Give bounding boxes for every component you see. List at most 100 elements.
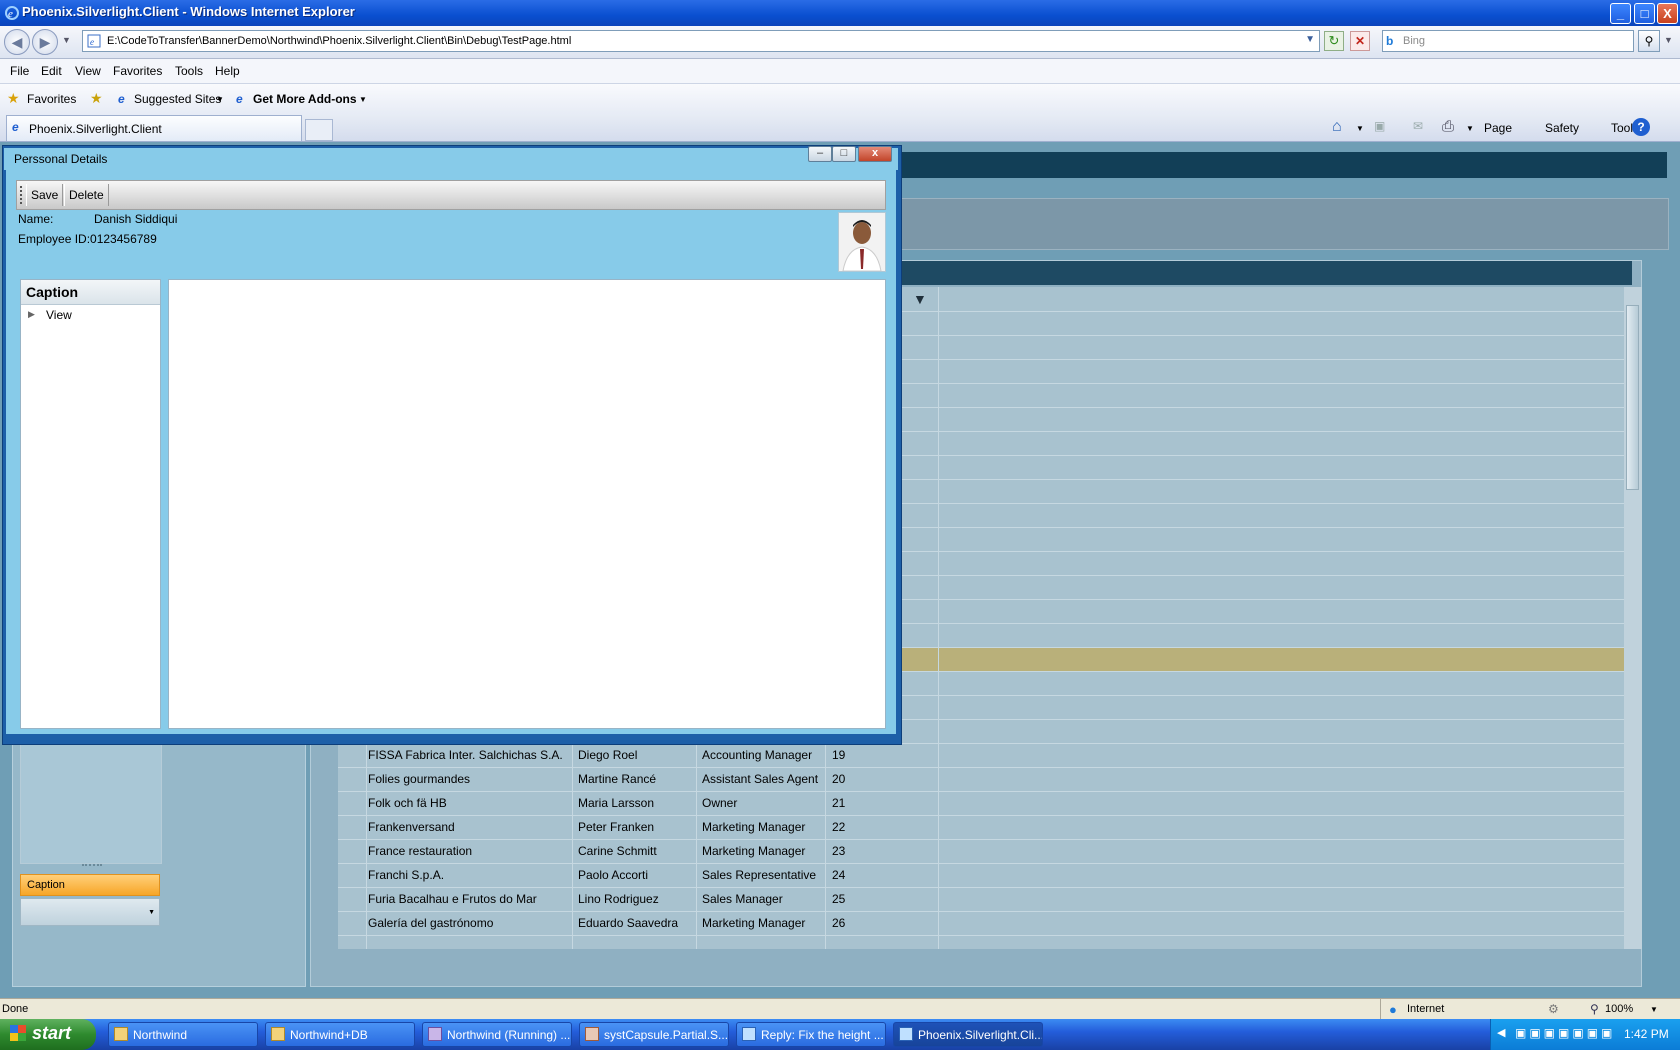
table-row[interactable]: Frankenversand Peter Franken Marketing M… [338,815,1624,839]
suggested-sites-link[interactable]: Suggested Sites [134,92,221,106]
menu-bar: File Edit View Favorites Tools Help [0,59,1680,83]
employee-id: Employee ID:0123456789 [18,232,157,246]
minimize-button[interactable]: _ [1610,3,1631,24]
cell-id: 20 [832,772,846,786]
cell-id: 23 [832,844,846,858]
home-dropdown-icon[interactable]: ▼ [1356,124,1364,133]
suggested-dropdown-icon[interactable]: ▼ [216,95,224,104]
dialog-title-bar[interactable] [4,148,898,170]
save-button[interactable]: Save [26,184,64,206]
grid-scrollbar-thumb[interactable] [1626,305,1639,490]
caption-tree-title: Caption [26,284,79,300]
table-row[interactable]: Folies gourmandes Martine Rancé Assistan… [338,767,1624,791]
cell-title: Accounting Manager [702,748,813,762]
address-dropdown-icon[interactable]: ▼ [1305,34,1315,45]
tab-row: e Phoenix.Silverlight.Client ⌂ ▼ ▣ ✉ ⎙ ▼… [0,115,1680,142]
favorites-bar: ★ Favorites ★ e Suggested Sites ▼ e Get … [0,83,1680,116]
home-icon[interactable]: ⌂ [1332,118,1342,136]
zoom-icon[interactable]: ⚲ [1590,1002,1599,1016]
taskbar-item[interactable]: Northwind+DB [265,1022,415,1047]
caption-tree [20,279,161,729]
addons-dropdown-icon[interactable]: ▼ [359,95,367,104]
stop-icon[interactable]: ✕ [1350,31,1370,51]
splitter-grip-icon[interactable] [82,864,102,872]
tray-arrow-icon[interactable]: ◀ [1497,1026,1505,1039]
cell-id: 25 [832,892,846,906]
dialog-minimize-button[interactable]: – [808,146,832,162]
cell-id: 22 [832,820,846,834]
search-input[interactable]: b Bing [1382,30,1634,52]
name-label: Name: [18,212,54,226]
protected-mode-icon[interactable]: ⚙ [1548,1002,1559,1016]
feeds-icon[interactable]: ▣ [1374,119,1385,133]
toolbar-grip-icon[interactable] [20,186,25,204]
favorites-star-icon: ★ [7,90,20,106]
taskbar-item-label: systCapsule.Partial.S... [604,1028,729,1042]
help-icon[interactable]: ? [1632,118,1650,136]
table-row[interactable]: Folk och fä HB Maria Larsson Owner 21 [338,791,1624,815]
dialog-maximize-button[interactable]: □ [832,146,856,162]
history-dropdown-icon[interactable]: ▼ [62,35,71,45]
search-go-icon[interactable]: ⚲ [1638,30,1660,52]
menu-view[interactable]: View [75,64,101,78]
get-addons-link[interactable]: Get More Add-ons [253,92,357,106]
taskbar-item-label: Northwind+DB [290,1028,368,1042]
menu-tools[interactable]: Tools [175,64,203,78]
taskbar-item[interactable]: Reply: Fix the height ... [736,1022,886,1047]
add-favorite-icon[interactable]: ★ [90,90,103,107]
table-row[interactable]: FISSA Fabrica Inter. Salchichas S.A. Die… [338,743,1624,767]
cell-company: France restauration [368,844,473,858]
print-icon[interactable]: ⎙ [1442,118,1454,135]
print-dropdown-icon[interactable]: ▼ [1466,124,1474,133]
zoom-level[interactable]: 100% [1605,1003,1633,1015]
search-options-icon[interactable]: ▼ [1664,35,1673,45]
menu-favorites[interactable]: Favorites [113,64,162,78]
menu-help[interactable]: Help [215,64,240,78]
zoom-dropdown-icon[interactable]: ▼ [1650,1005,1658,1014]
cell-company: Folies gourmandes [368,772,471,786]
status-bar: Done ● Internet ⚙ ⚲ 100% ▼ [0,998,1680,1020]
taskbar-item[interactable]: Phoenix.Silverlight.Cli... [893,1022,1043,1047]
tree-item-view[interactable]: View [46,308,72,322]
table-row[interactable]: Furia Bacalhau e Frutos do Mar Lino Rodr… [338,887,1624,911]
expand-arrow-icon[interactable]: ▶ [28,309,35,320]
cell-title: Sales Representative [702,868,817,882]
tray-icons[interactable]: ▣▣▣▣▣▣▣ [1515,1026,1615,1040]
cell-contact: Martine Rancé [578,772,657,786]
delete-button[interactable]: Delete [64,184,109,206]
safety-menu[interactable]: Safety [1545,121,1579,135]
navigation-dropdown-icon: ▼ [148,909,155,916]
svg-text:e: e [8,8,13,20]
navigation-caption-label: Caption [27,879,65,891]
table-row[interactable]: France restauration Carine Schmitt Marke… [338,839,1624,863]
page-icon: e [87,34,101,48]
new-tab-button[interactable] [305,119,333,141]
table-row[interactable]: Franchi S.p.A. Paolo Accorti Sales Repre… [338,863,1624,887]
menu-edit[interactable]: Edit [41,64,62,78]
navigation-dropdown[interactable]: ▼ [20,898,160,926]
cell-contact: Peter Franken [578,820,655,834]
maximize-button[interactable]: □ [1634,3,1655,24]
address-bar[interactable]: e E:\CodeToTransfer\BannerDemo\Northwind… [82,30,1320,52]
bing-icon: b [1386,34,1394,48]
read-mail-icon[interactable]: ✉ [1413,119,1423,133]
ie-icon [899,1027,913,1041]
refresh-icon[interactable]: ↻ [1324,31,1344,51]
taskbar-item[interactable]: systCapsule.Partial.S... [579,1022,729,1047]
dialog-close-button[interactable]: x [858,146,892,162]
cell-title: Marketing Manager [702,916,806,930]
filter-icon[interactable]: ▼ [913,291,927,307]
forward-button[interactable]: ▶ [32,29,58,55]
page-menu[interactable]: Page [1484,121,1512,135]
cell-company: Galería del gastrónomo [368,916,494,930]
taskbar-item[interactable]: Northwind (Running) ... [422,1022,572,1047]
favorites-button[interactable]: Favorites [27,92,76,106]
taskbar-item[interactable]: Northwind [108,1022,258,1047]
start-button[interactable]: start [0,1019,96,1050]
navigation-caption-item[interactable]: Caption [20,874,160,896]
close-button[interactable]: X [1657,3,1678,24]
tab-phoenix[interactable]: e Phoenix.Silverlight.Client [6,115,302,141]
table-row[interactable]: Galería del gastrónomo Eduardo Saavedra … [338,911,1624,935]
menu-file[interactable]: File [10,64,29,78]
back-button[interactable]: ◀ [4,29,30,55]
